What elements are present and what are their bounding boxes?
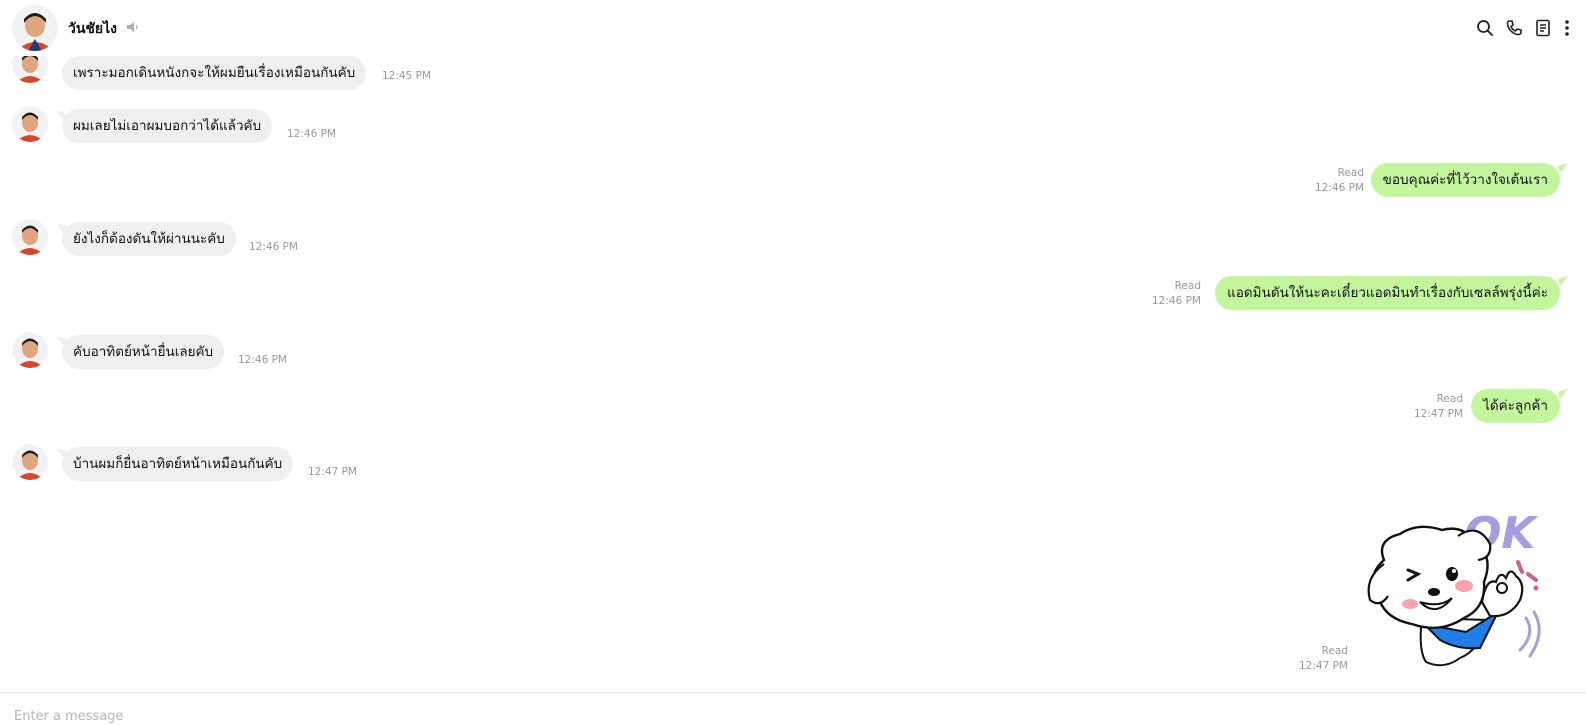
read-status: Read [1337, 167, 1364, 179]
message-time: 12:45 PM [382, 70, 431, 82]
message-time: 12:47 PM [1299, 660, 1348, 672]
message-time: 12:46 PM [249, 241, 298, 253]
contact-name: วันชัยไง [68, 21, 118, 37]
bubble-tail [1558, 276, 1568, 286]
message-time: 12:46 PM [1315, 182, 1364, 194]
message-composer [0, 692, 1586, 725]
message-time: 12:47 PM [1414, 408, 1463, 420]
contact-avatar[interactable] [12, 219, 48, 255]
message-bubble[interactable]: ผมเลยไม่เอาผมบอกว่าได้แล้วคับ [62, 109, 273, 143]
message-time: 12:46 PM [238, 354, 287, 366]
message-meta: Read 12:46 PM [1152, 279, 1201, 309]
message-bubble[interactable]: คับอาทิตย์หน้ายื่นเลยคับ [62, 335, 225, 369]
message-bubble[interactable]: บ้านผมก็ยื่นอาทิตย์หน้าเหมือนกันคับ [62, 447, 294, 481]
contact-avatar[interactable] [12, 444, 48, 480]
message-bubble[interactable]: ยังไงก็ต้องดันให้ผ่านนะคับ [62, 222, 236, 256]
ok-dog-sticker[interactable]: OK [1360, 500, 1550, 670]
chat-header: วันชัยไง [0, 0, 1586, 56]
bubble-tail [1558, 163, 1568, 173]
message-bubble[interactable]: ได้ค่ะลูกค้า [1471, 389, 1560, 423]
more-icon[interactable] [1560, 18, 1574, 38]
read-status: Read [1321, 645, 1348, 657]
search-icon[interactable] [1475, 18, 1495, 38]
contact-avatar[interactable] [12, 5, 58, 51]
message-bubble[interactable]: ขอบคุณค่ะที่ไว้วางใจเต้นเรา [1370, 163, 1560, 197]
message-meta: Read 12:47 PM [1414, 392, 1463, 422]
message-time: 12:47 PM [308, 466, 357, 478]
message-input[interactable] [14, 707, 1514, 725]
message-time: 12:46 PM [1152, 295, 1201, 307]
contact-avatar[interactable] [12, 332, 48, 368]
notes-icon[interactable] [1533, 18, 1553, 38]
contact-avatar[interactable] [12, 106, 48, 142]
mute-icon [127, 22, 138, 32]
read-status: Read [1174, 280, 1201, 292]
message-meta: Read 12:46 PM [1315, 166, 1364, 196]
message-meta: Read 12:47 PM [1299, 644, 1348, 674]
read-status: Read [1436, 393, 1463, 405]
message-time: 12:46 PM [287, 128, 336, 140]
message-bubble[interactable]: เพราะมอกเดินหนังกจะให้ผมยืนเรื่องเหมือนก… [62, 56, 367, 90]
message-bubble[interactable]: แอดมินดันให้นะคะเดี๋ยวแอดมินทำเรื่องกับเ… [1215, 276, 1560, 310]
message-list[interactable]: เพราะมอกเดินหนังกจะให้ผมยืนเรื่องเหมือนก… [0, 0, 1586, 692]
phone-icon[interactable] [1504, 18, 1524, 38]
bubble-tail [1558, 389, 1568, 399]
